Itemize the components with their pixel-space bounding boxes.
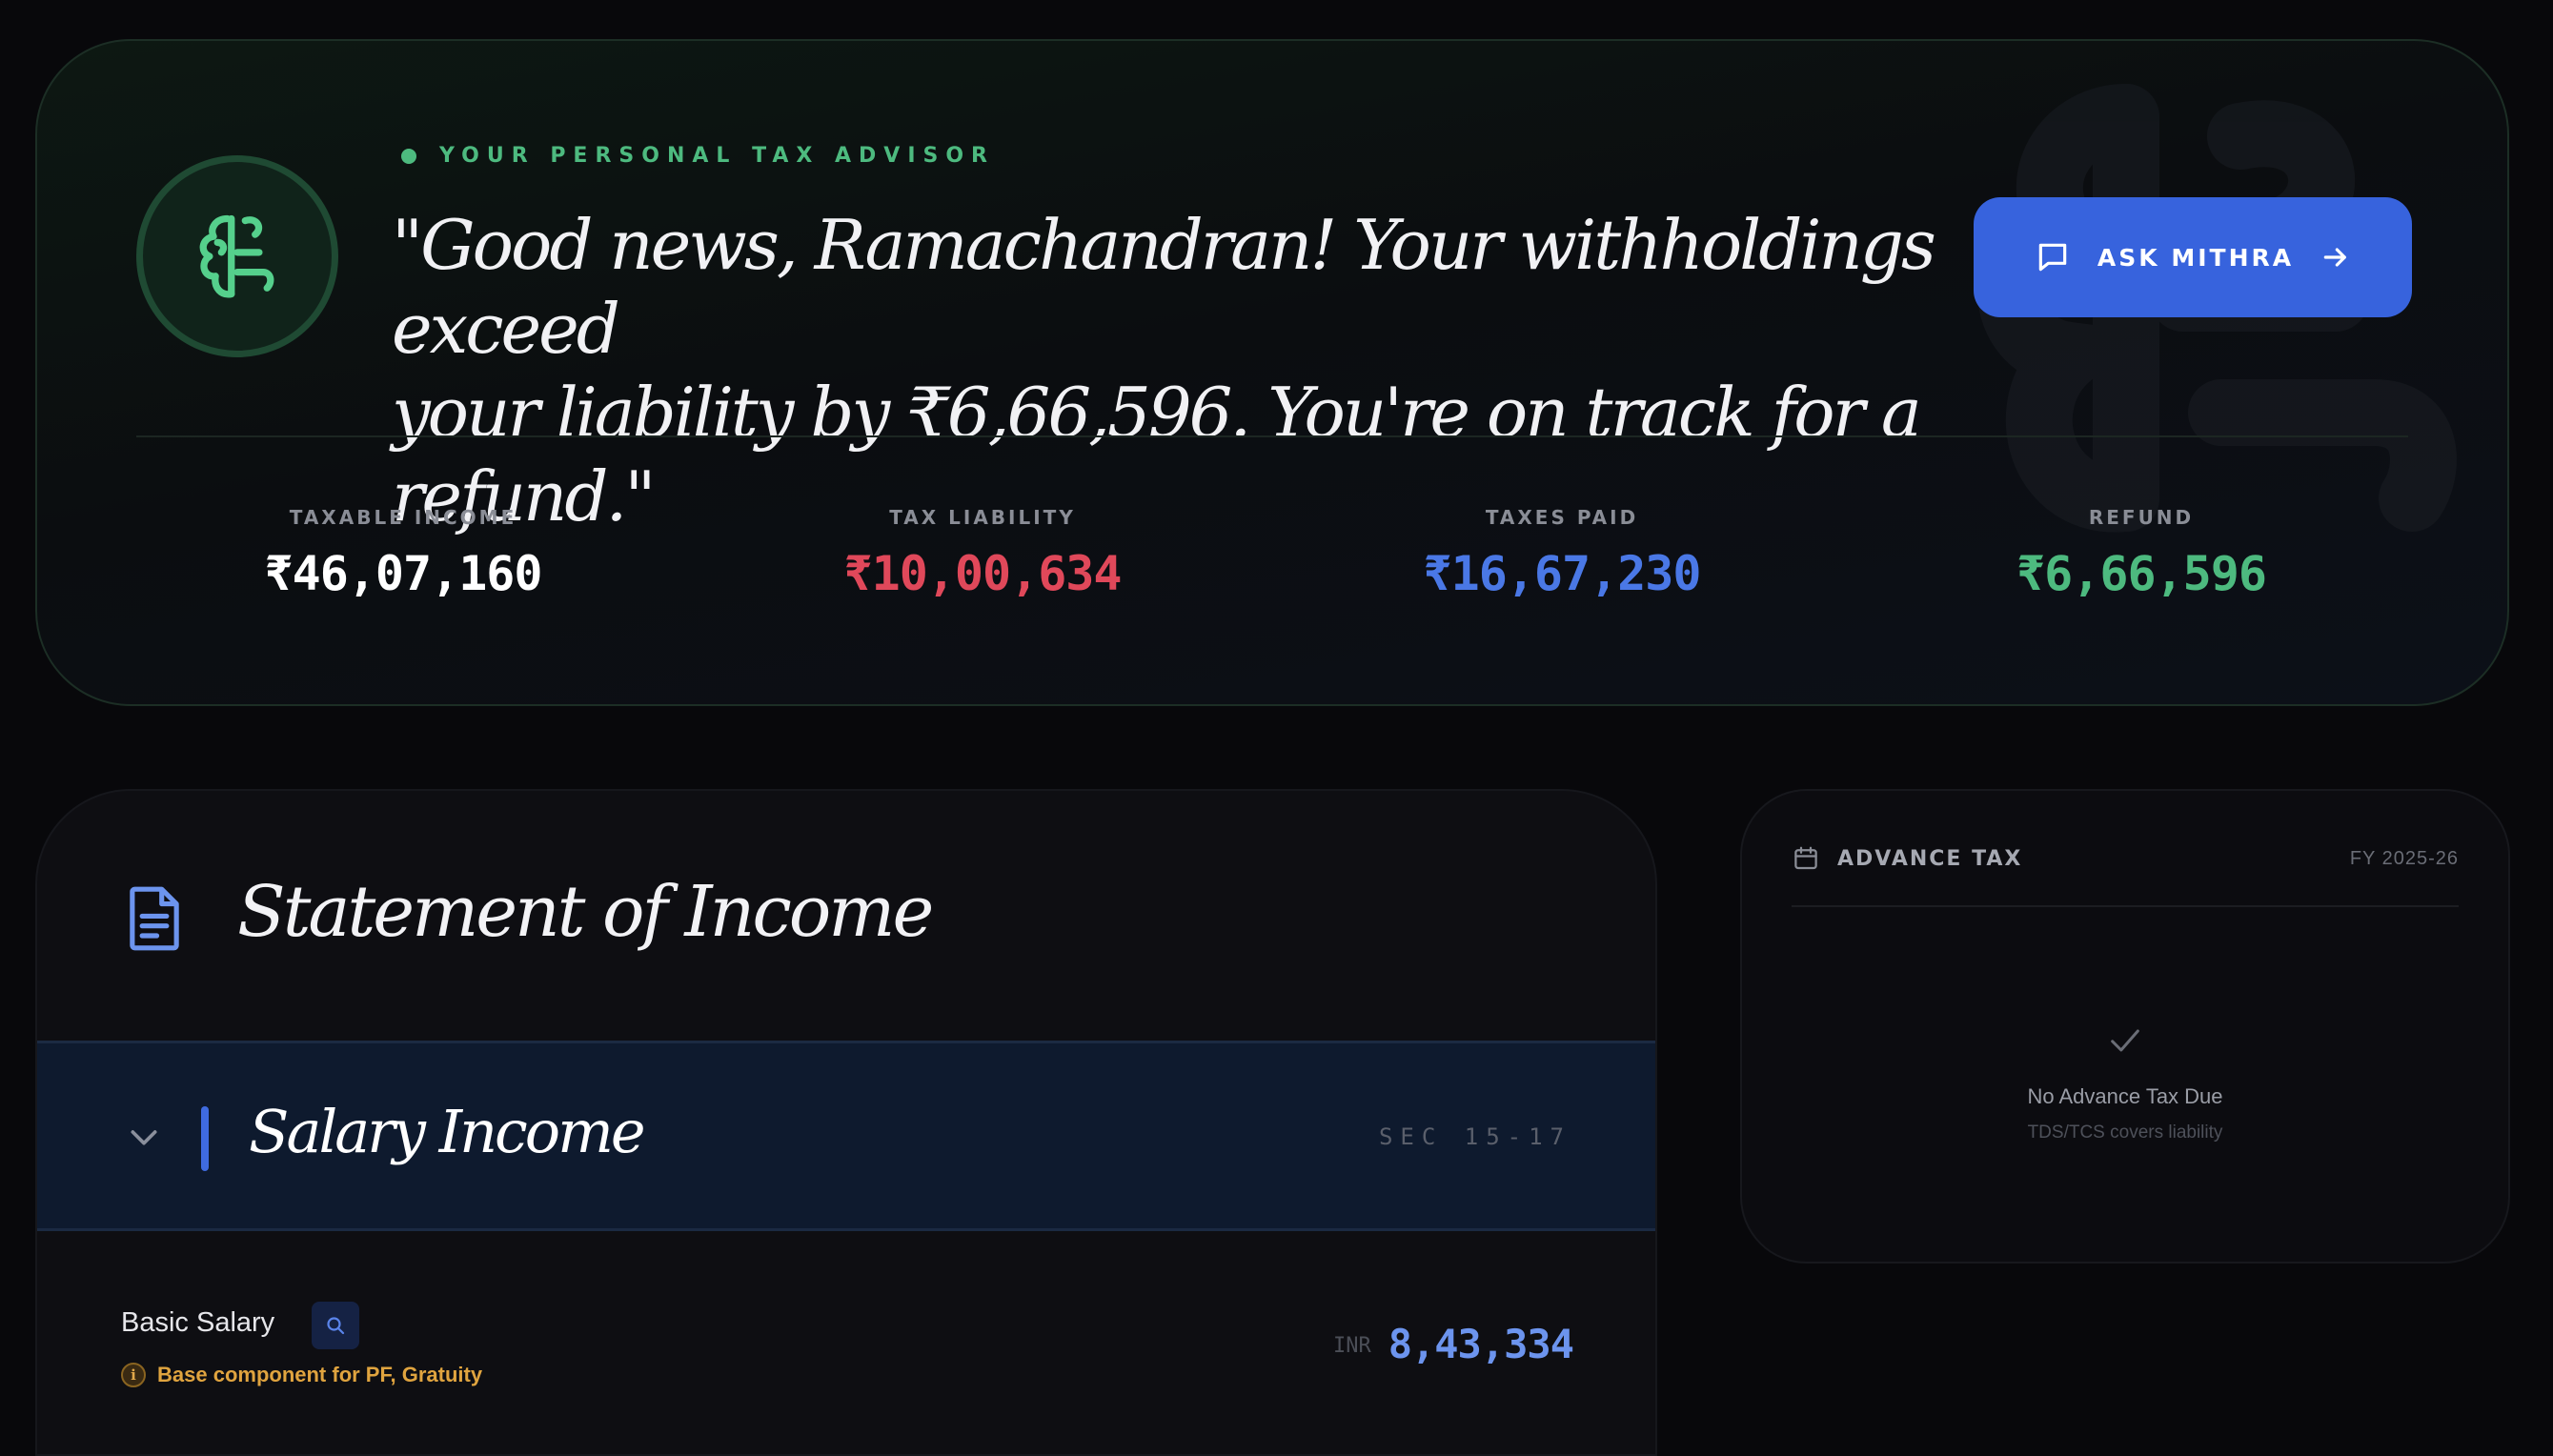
status-dot <box>401 148 416 164</box>
advisor-avatar <box>136 155 338 357</box>
stat-taxable-income: TAXABLE INCOME ₹46,07,160 <box>113 506 693 601</box>
advance-tax-card: ADVANCE TAX FY 2025-26 No Advance Tax Du… <box>1740 789 2510 1264</box>
line-item-lookup-button[interactable] <box>312 1302 359 1349</box>
eyebrow-label: YOUR PERSONAL TAX ADVISOR <box>439 144 996 168</box>
advance-tax-divider <box>1792 905 2459 907</box>
income-header: Statement of Income <box>37 791 1655 1041</box>
document-icon <box>130 886 179 951</box>
advance-tax-title: ADVANCE TAX <box>1837 846 2023 871</box>
stat-value: ₹46,07,160 <box>264 546 542 601</box>
advance-tax-header: ADVANCE TAX <box>1792 844 2022 873</box>
statement-of-income-card: Statement of Income Salary Income SEC 15… <box>35 789 1657 1456</box>
tax-summary-stats: TAXABLE INCOME ₹46,07,160 TAX LIABILITY … <box>37 506 2507 601</box>
section-accent-bar <box>201 1106 209 1171</box>
section-tag: SEC 15-17 <box>1378 1123 1571 1150</box>
advance-tax-status <box>1742 1021 2508 1060</box>
advisor-quote: "Good news, Ramachandran! Your withholdi… <box>392 203 1955 538</box>
chat-bubble-icon <box>2038 243 2067 272</box>
section-title: Salary Income <box>249 1097 646 1166</box>
advisor-hero-card: YOUR PERSONAL TAX ADVISOR "Good news, Ra… <box>35 39 2509 706</box>
info-icon: i <box>121 1363 146 1387</box>
stat-label: TAXABLE INCOME <box>289 506 517 529</box>
salary-income-section-header[interactable]: Salary Income SEC 15-17 <box>37 1041 1655 1231</box>
chevron-down-icon[interactable] <box>125 1118 163 1156</box>
stat-tax-liability: TAX LIABILITY ₹10,00,634 <box>693 506 1272 601</box>
stat-value: ₹10,00,634 <box>843 546 1122 601</box>
hero-divider <box>136 435 2408 437</box>
line-item-name: Basic Salary <box>121 1307 275 1338</box>
brain-icon <box>199 214 274 298</box>
arrow-right-icon <box>2323 248 2347 267</box>
advance-tax-subtext: TDS/TCS covers liability <box>2027 1122 2223 1143</box>
fiscal-year-label: FY 2025-26 <box>2349 848 2459 869</box>
income-title: Statement of Income <box>237 871 934 953</box>
line-item-amount[interactable]: 8,43,334 <box>1388 1321 1574 1367</box>
stat-refund: REFUND ₹6,66,596 <box>1852 506 2431 601</box>
quote-line-1: "Good news, Ramachandran! Your withholdi… <box>392 205 1936 369</box>
stat-value: ₹16,67,230 <box>1423 546 1701 601</box>
stat-label: TAX LIABILITY <box>889 506 1076 529</box>
stat-label: TAXES PAID <box>1485 506 1639 529</box>
calendar-icon <box>1794 846 1817 870</box>
stat-label: REFUND <box>2088 506 2195 529</box>
advisor-eyebrow: YOUR PERSONAL TAX ADVISOR <box>401 144 995 168</box>
ask-mithra-label: ASK MITHRA <box>2097 243 2295 272</box>
line-item-note: i Base component for PF, Gratuity <box>121 1363 482 1387</box>
line-item-note-text: Base component for PF, Gratuity <box>157 1363 483 1386</box>
ask-mithra-button[interactable]: ASK MITHRA <box>1974 197 2412 317</box>
line-item-currency: INR <box>1333 1334 1371 1358</box>
stat-value: ₹6,66,596 <box>2016 546 2267 601</box>
advance-tax-message: No Advance Tax Due <box>2027 1084 2223 1108</box>
search-icon <box>327 1317 345 1335</box>
stat-taxes-paid: TAXES PAID ₹16,67,230 <box>1272 506 1852 601</box>
check-icon <box>2111 1029 2139 1052</box>
